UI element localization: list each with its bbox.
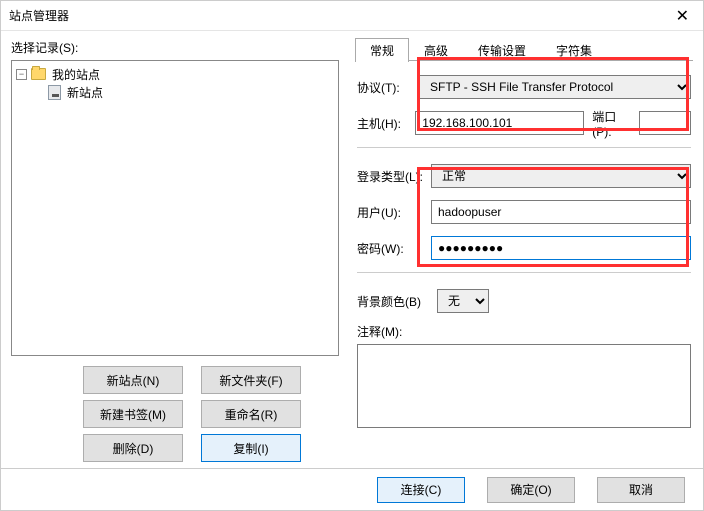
protocol-select[interactable]: SFTP - SSH File Transfer Protocol (419, 75, 691, 99)
copy-button[interactable]: 复制(I) (201, 434, 301, 462)
separator (357, 272, 691, 273)
select-record-label: 选择记录(S): (11, 39, 339, 56)
connect-button[interactable]: 连接(C) (377, 477, 465, 503)
login-type-label: 登录类型(L): (357, 168, 431, 185)
titlebar: 站点管理器 ✕ (1, 1, 703, 31)
dialog-footer: 连接(C) 确定(O) 取消 (1, 468, 703, 510)
close-icon[interactable]: ✕ (670, 6, 695, 26)
tab-general[interactable]: 常规 (355, 38, 409, 62)
tab-advanced[interactable]: 高级 (409, 38, 463, 62)
new-folder-button[interactable]: 新文件夹(F) (201, 366, 301, 394)
content-area: 选择记录(S): − 我的站点 新站点 新站点(N) 新文件夹(F) 新建书签(… (1, 31, 703, 468)
port-input[interactable] (639, 111, 691, 135)
new-bookmark-button[interactable]: 新建书签(M) (83, 400, 183, 428)
user-label: 用户(U): (357, 204, 431, 221)
tab-bar: 常规 高级 传输设置 字符集 (355, 37, 693, 61)
tree-root-label: 我的站点 (50, 66, 102, 83)
password-label: 密码(W): (357, 240, 431, 257)
collapse-icon[interactable]: − (16, 69, 27, 80)
window-title: 站点管理器 (9, 7, 69, 24)
ok-button[interactable]: 确定(O) (487, 477, 575, 503)
tree-root[interactable]: − 我的站点 (16, 65, 334, 83)
cancel-button[interactable]: 取消 (597, 477, 685, 503)
site-tree[interactable]: − 我的站点 新站点 (11, 60, 339, 356)
tree-item-label: 新站点 (65, 84, 105, 101)
site-manager-window: 站点管理器 ✕ 选择记录(S): − 我的站点 新站点 新站点(N) 新文件夹(… (0, 0, 704, 511)
host-input[interactable] (415, 111, 584, 135)
tree-item[interactable]: 新站点 (48, 83, 334, 101)
notes-label: 注释(M): (357, 323, 691, 340)
new-site-button[interactable]: 新站点(N) (83, 366, 183, 394)
bgcolor-label: 背景颜色(B) (357, 293, 437, 310)
tab-transfer[interactable]: 传输设置 (463, 38, 541, 62)
user-input[interactable] (431, 200, 691, 224)
left-button-grid: 新站点(N) 新文件夹(F) 新建书签(M) 重命名(R) 删除(D) 复制(I… (11, 366, 339, 462)
right-panel: 常规 高级 传输设置 字符集 协议(T): SFTP - SSH File Tr… (349, 31, 703, 468)
rename-button[interactable]: 重命名(R) (201, 400, 301, 428)
site-icon (48, 85, 61, 100)
delete-button[interactable]: 删除(D) (83, 434, 183, 462)
form-area: 协议(T): SFTP - SSH File Transfer Protocol… (355, 61, 693, 431)
tab-charset[interactable]: 字符集 (541, 38, 607, 62)
folder-icon (31, 68, 46, 80)
login-type-select[interactable]: 正常 (431, 164, 691, 188)
protocol-label: 协议(T): (357, 79, 419, 96)
left-panel: 选择记录(S): − 我的站点 新站点 新站点(N) 新文件夹(F) 新建书签(… (1, 31, 349, 468)
port-label: 端口(P): (592, 108, 633, 139)
password-input[interactable] (431, 236, 691, 260)
separator (357, 147, 691, 148)
bgcolor-select[interactable]: 无 (437, 289, 489, 313)
notes-textarea[interactable] (357, 344, 691, 428)
host-label: 主机(H): (357, 115, 415, 132)
